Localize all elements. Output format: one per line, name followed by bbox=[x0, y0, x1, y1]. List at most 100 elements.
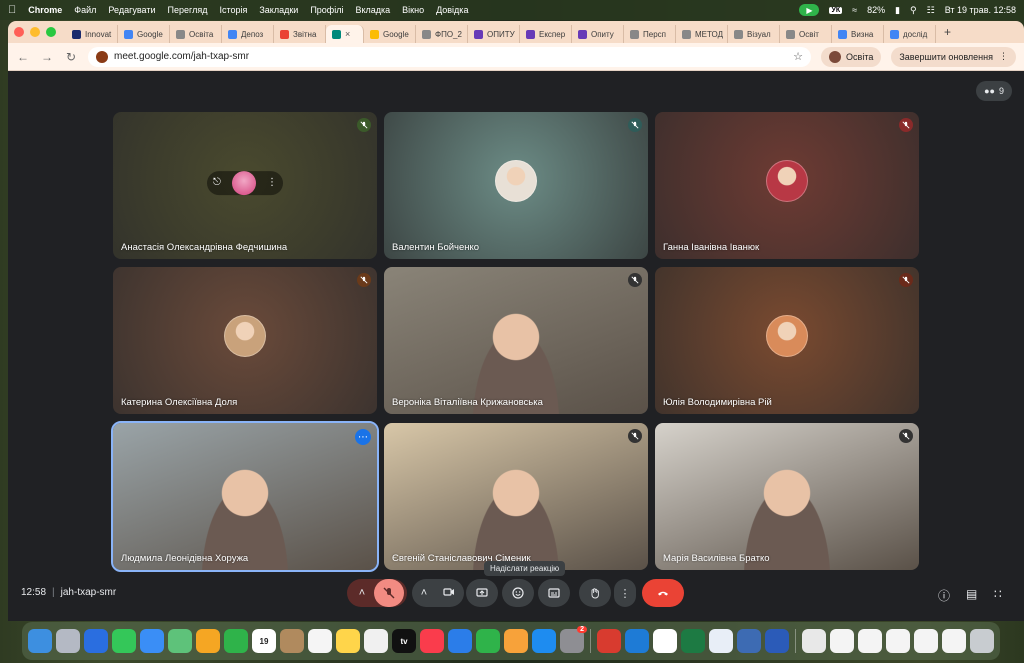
browser-tab[interactable]: ФПО_2 bbox=[416, 25, 468, 43]
search-icon[interactable]: ⚲ bbox=[910, 5, 917, 16]
facetime-icon[interactable] bbox=[224, 629, 248, 653]
settings-icon[interactable]: 2 bbox=[560, 626, 587, 653]
quicktime-icon[interactable] bbox=[625, 629, 649, 653]
site-info-icon[interactable] bbox=[96, 50, 108, 63]
back-button[interactable]: ← bbox=[16, 50, 30, 64]
close-window-button[interactable] bbox=[14, 27, 24, 37]
browser-tab[interactable]: Персп bbox=[624, 25, 676, 43]
chat-icon[interactable]: ▤ bbox=[966, 587, 977, 601]
reload-button[interactable]: ↻ bbox=[64, 50, 78, 64]
menu-file[interactable]: Файл bbox=[74, 5, 96, 15]
menu-tab[interactable]: Вкладка bbox=[355, 5, 390, 15]
minimize-window-button[interactable] bbox=[30, 27, 40, 37]
menu-edit[interactable]: Редагувати bbox=[108, 5, 155, 15]
bookmark-star-icon[interactable]: ☆ bbox=[793, 50, 803, 63]
menu-history[interactable]: Історія bbox=[219, 5, 247, 15]
participant-tile[interactable]: Марія Василівна Братко bbox=[655, 423, 919, 570]
apple-icon[interactable]:  bbox=[8, 4, 16, 16]
browser-tab[interactable]: ОПИТУ bbox=[468, 25, 520, 43]
document-icon[interactable] bbox=[914, 629, 938, 653]
photos-icon[interactable] bbox=[196, 629, 220, 653]
input-language-badge[interactable]: УК bbox=[829, 6, 843, 14]
raise-hand-button[interactable] bbox=[579, 579, 611, 607]
contacts-icon[interactable] bbox=[280, 629, 304, 653]
document-icon[interactable] bbox=[858, 629, 882, 653]
battery-percent[interactable]: 82% bbox=[867, 5, 885, 15]
numbers-icon[interactable] bbox=[476, 629, 500, 653]
pages-icon[interactable] bbox=[504, 629, 528, 653]
browser-tab[interactable]: Опиту bbox=[572, 25, 624, 43]
browser-tab[interactable]: × bbox=[326, 25, 364, 43]
maps-icon[interactable] bbox=[168, 629, 192, 653]
participant-tile[interactable]: Євгеній Станіславович Сіменик bbox=[384, 423, 648, 570]
reaction-button[interactable] bbox=[502, 579, 534, 607]
mic-off-button[interactable] bbox=[374, 579, 404, 607]
participant-tile[interactable]: ⎋ ⋮ Анастасія Олександрівна Федчишина bbox=[113, 112, 377, 259]
menu-bookmarks[interactable]: Закладки bbox=[259, 5, 298, 15]
document-icon[interactable] bbox=[886, 629, 910, 653]
finder-icon[interactable] bbox=[28, 629, 52, 653]
document-icon[interactable] bbox=[802, 629, 826, 653]
profile-button[interactable]: Освіта bbox=[821, 46, 882, 67]
mic-options-chevron-icon[interactable]: ˄ bbox=[350, 587, 374, 599]
captions-button[interactable] bbox=[538, 579, 570, 607]
browser-tab[interactable]: Експер bbox=[520, 25, 572, 43]
close-tab-icon[interactable]: × bbox=[345, 29, 350, 39]
browser-tab[interactable]: Депоз bbox=[222, 25, 274, 43]
menu-app-name[interactable]: Chrome bbox=[28, 5, 62, 15]
browser-tab[interactable]: Google bbox=[118, 25, 170, 43]
control-center-icon[interactable]: ☷ bbox=[927, 5, 935, 16]
more-options-button[interactable]: ⋮ bbox=[614, 579, 636, 607]
meeting-details-icon[interactable]: ⓘ bbox=[938, 587, 950, 604]
document-icon[interactable] bbox=[830, 629, 854, 653]
camera-options-chevron-icon[interactable]: ˄ bbox=[413, 587, 435, 599]
facetime-icon[interactable]: ▶ bbox=[799, 4, 820, 16]
browser-tab[interactable]: Освіта bbox=[170, 25, 222, 43]
reminders-icon[interactable] bbox=[308, 629, 332, 653]
menu-window[interactable]: Вікно bbox=[402, 5, 424, 15]
word-icon[interactable] bbox=[765, 629, 789, 653]
safari-icon[interactable] bbox=[84, 629, 108, 653]
url-text[interactable]: meet.google.com/jah-txap-smr bbox=[114, 51, 249, 62]
fullscreen-window-button[interactable] bbox=[46, 27, 56, 37]
launchpad-icon[interactable] bbox=[56, 629, 80, 653]
menubar-datetime[interactable]: Вт 19 трав. 12:58 bbox=[945, 5, 1016, 15]
browser-tab[interactable]: Освіт bbox=[780, 25, 832, 43]
activities-icon[interactable]: ∷ bbox=[994, 587, 1002, 601]
appstore-icon[interactable] bbox=[532, 629, 556, 653]
vpn-icon[interactable] bbox=[737, 629, 761, 653]
participant-tile[interactable]: Валентин Бойченко bbox=[384, 112, 648, 259]
present-screen-button[interactable] bbox=[466, 579, 498, 607]
keynote-icon[interactable] bbox=[448, 629, 472, 653]
menu-view[interactable]: Перегляд bbox=[168, 5, 208, 15]
freeform-icon[interactable] bbox=[364, 629, 388, 653]
participant-tile[interactable]: Ганна Іванівна Іванюк bbox=[655, 112, 919, 259]
more-vert-icon[interactable]: ⋮ bbox=[267, 177, 277, 188]
document-icon[interactable] bbox=[942, 629, 966, 653]
browser-tab[interactable]: МЕТОД bbox=[676, 25, 728, 43]
appletv-icon[interactable]: tv bbox=[392, 629, 416, 653]
forward-button[interactable]: → bbox=[40, 50, 54, 64]
browser-tab[interactable]: Звітна bbox=[274, 25, 326, 43]
participant-tile[interactable]: Катерина Олексіївна Доля bbox=[113, 267, 377, 414]
music-icon[interactable] bbox=[420, 629, 444, 653]
update-button[interactable]: Завершити оновлення ⋮ bbox=[891, 46, 1016, 67]
chrome-icon[interactable] bbox=[653, 629, 677, 653]
menu-profiles[interactable]: Профілі bbox=[310, 5, 343, 15]
trash-icon[interactable] bbox=[970, 629, 994, 653]
calendar-icon[interactable]: 19 bbox=[252, 629, 276, 653]
participant-tile[interactable]: ⋯ Людмила Леонідівна Хоружа bbox=[111, 421, 379, 572]
browser-tab[interactable]: Innovat bbox=[66, 25, 118, 43]
notes-icon[interactable] bbox=[336, 629, 360, 653]
new-tab-button[interactable]: + bbox=[936, 25, 959, 39]
participant-tile[interactable]: Вероніка Віталіївна Крижановська bbox=[384, 267, 648, 414]
menu-help[interactable]: Довідка bbox=[436, 5, 468, 15]
tile-more-options-button[interactable]: ⋯ bbox=[355, 429, 371, 445]
address-bar[interactable]: meet.google.com/jah-txap-smr ☆ bbox=[88, 46, 812, 67]
browser-tab[interactable]: Візуал bbox=[728, 25, 780, 43]
preview-icon[interactable] bbox=[709, 629, 733, 653]
excel-icon[interactable] bbox=[681, 629, 705, 653]
browser-tab[interactable]: Визна bbox=[832, 25, 884, 43]
messages-icon[interactable] bbox=[112, 629, 136, 653]
browser-tab[interactable]: дослід bbox=[884, 25, 936, 43]
